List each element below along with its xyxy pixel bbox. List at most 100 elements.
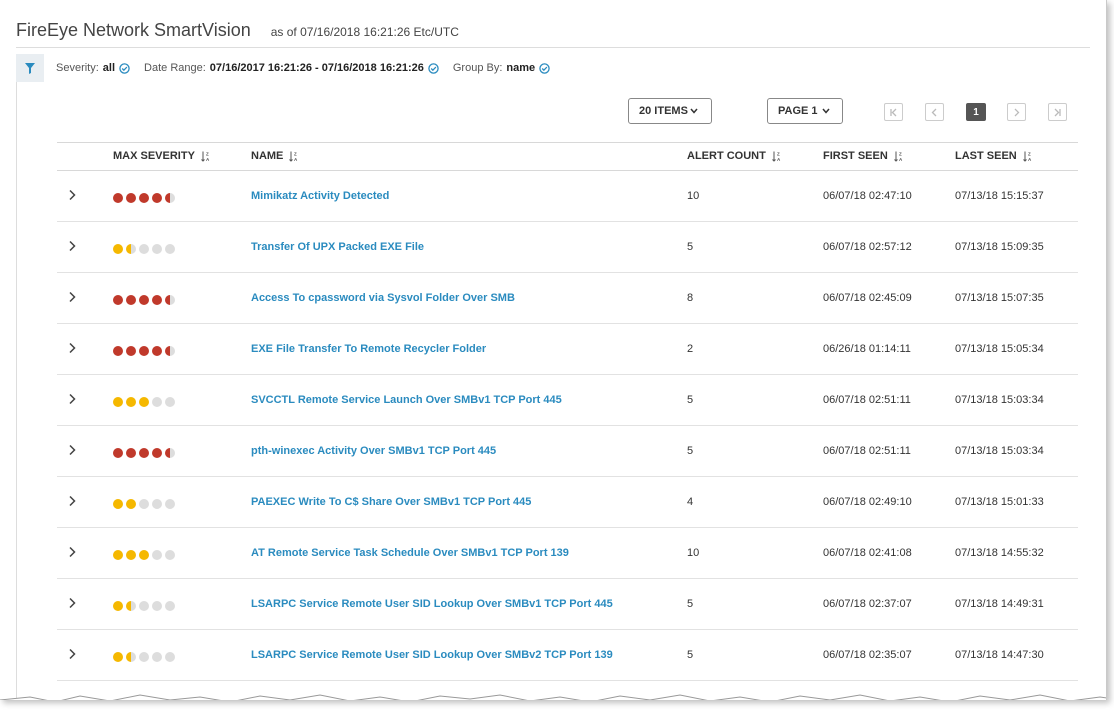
chevron-right-icon[interactable] [67, 342, 77, 354]
table-row[interactable]: AT Remote Service Task Schedule Over SMB… [57, 528, 1078, 579]
date-range-filter[interactable]: Date Range: 07/16/2017 16:21:26 - 07/16/… [144, 62, 439, 74]
chevron-right-icon[interactable] [67, 597, 77, 609]
table-row[interactable]: SVCCTL Remote Service Launch Over SMBv1 … [57, 375, 1078, 426]
severity-dot [165, 448, 175, 458]
severity-dot [126, 499, 136, 509]
header-divider [16, 47, 1090, 48]
severity-dot [152, 601, 162, 611]
page-dropdown[interactable]: PAGE 1 [767, 98, 843, 124]
chevron-right-icon[interactable] [67, 240, 77, 252]
severity-indicator [113, 448, 175, 458]
first-seen: 06/07/18 02:35:07 [823, 649, 912, 661]
severity-dot [113, 448, 123, 458]
table-row[interactable]: Access To cpassword via Sysvol Folder Ov… [57, 273, 1078, 324]
table-row[interactable]: EXE File Transfer To Remote Recycler Fol… [57, 324, 1078, 375]
column-header-last-seen[interactable]: LAST SEEN Z A [955, 150, 1033, 162]
alert-name-link[interactable]: Transfer Of UPX Packed EXE File [251, 241, 424, 253]
next-page-button[interactable] [1007, 103, 1026, 121]
severity-dot [113, 346, 123, 356]
chevron-right-icon[interactable] [67, 648, 77, 660]
severity-dot [152, 499, 162, 509]
alert-name-link[interactable]: SVCCTL Remote Service Launch Over SMBv1 … [251, 394, 562, 406]
chevron-right-icon[interactable] [67, 189, 77, 201]
sort-icon: Z A [771, 151, 781, 162]
column-header-name[interactable]: NAME Z A [251, 150, 299, 162]
table-row[interactable]: pth-winexec Activity Over SMBv1 TCP Port… [57, 426, 1078, 477]
severity-indicator [113, 550, 175, 560]
severity-dot [152, 295, 162, 305]
first-seen: 06/26/18 01:14:11 [823, 343, 911, 355]
group-by-filter[interactable]: Group By: name [453, 62, 550, 74]
alert-name-link[interactable]: pth-winexec Activity Over SMBv1 TCP Port… [251, 445, 496, 457]
chevron-down-icon [821, 108, 830, 114]
severity-dot [113, 550, 123, 560]
severity-dot [152, 550, 162, 560]
table-row[interactable]: LSARPC Service Remote User SID Lookup Ov… [57, 630, 1078, 681]
svg-text:A: A [206, 157, 210, 162]
severity-dot [126, 550, 136, 560]
filter-toggle-button[interactable] [16, 54, 44, 82]
alert-name-link[interactable]: Access To cpassword via Sysvol Folder Ov… [251, 292, 515, 304]
column-header-max-severity[interactable]: MAX SEVERITY Z A [113, 150, 211, 162]
table-row[interactable]: PAEXEC Write To C$ Share Over SMBv1 TCP … [57, 477, 1078, 528]
first-seen: 06/07/18 02:45:09 [823, 292, 912, 304]
chevron-right-icon[interactable] [67, 444, 77, 456]
items-per-page-label: 20 ITEMS [639, 105, 688, 117]
alert-name-link[interactable]: PAEXEC Write To C$ Share Over SMBv1 TCP … [251, 496, 531, 508]
severity-dot [165, 244, 175, 254]
alert-name-link[interactable]: EXE File Transfer To Remote Recycler Fol… [251, 343, 486, 355]
alert-count: 10 [687, 190, 700, 202]
svg-text:A: A [899, 157, 903, 162]
first-page-button[interactable] [884, 103, 903, 121]
table-row[interactable]: Mimikatz Activity Detected 10 06/07/18 02:… [57, 171, 1078, 222]
severity-filter[interactable]: Severity: all [56, 62, 130, 74]
last-seen: 07/13/18 15:15:37 [955, 190, 1044, 202]
severity-dot [139, 397, 149, 407]
prev-page-button[interactable] [925, 103, 944, 121]
severity-dot [139, 652, 149, 662]
last-seen: 07/13/18 14:55:32 [955, 547, 1044, 559]
severity-dot [152, 244, 162, 254]
chevron-right-icon[interactable] [67, 546, 77, 558]
severity-dot [139, 244, 149, 254]
alert-count: 10 [687, 547, 700, 559]
severity-indicator [113, 499, 175, 509]
column-header-alert-count[interactable]: ALERT COUNT Z A [687, 150, 782, 162]
severity-filter-label: Severity: [56, 62, 99, 74]
date-range-label: Date Range: [144, 62, 206, 74]
chevron-right-icon[interactable] [67, 393, 77, 405]
table-row[interactable]: LSARPC Service Remote User SID Lookup Ov… [57, 579, 1078, 630]
current-page-button[interactable]: 1 [966, 103, 986, 121]
severity-indicator [113, 397, 175, 407]
column-header-first-seen[interactable]: FIRST SEEN Z A [823, 150, 904, 162]
alert-name-link[interactable]: LSARPC Service Remote User SID Lookup Ov… [251, 649, 613, 661]
column-label: FIRST SEEN [823, 150, 888, 162]
last-seen: 07/13/18 15:09:35 [955, 241, 1044, 253]
alert-count: 5 [687, 445, 694, 457]
alert-count: 5 [687, 649, 694, 661]
last-seen: 07/13/18 14:49:31 [955, 598, 1044, 610]
table-row[interactable]: Transfer Of UPX Packed EXE File 5 06/07/18… [57, 222, 1078, 273]
alert-name-link[interactable]: AT Remote Service Task Schedule Over SMB… [251, 547, 569, 559]
date-range-value: 07/16/2017 16:21:26 - 07/16/2018 16:21:2… [209, 62, 424, 74]
chevron-right-icon[interactable] [67, 495, 77, 507]
items-per-page-dropdown[interactable]: 20 ITEMS [628, 98, 712, 124]
alert-name-link[interactable]: Mimikatz Activity Detected [251, 190, 389, 202]
svg-text:A: A [777, 157, 781, 162]
alert-count: 8 [687, 292, 694, 304]
first-seen: 06/07/18 02:51:11 [823, 394, 911, 406]
app-title: FireEye Network SmartVision [16, 20, 251, 40]
severity-dot [113, 244, 123, 254]
severity-indicator [113, 244, 175, 254]
filter-icon [25, 62, 35, 74]
last-page-button[interactable] [1048, 103, 1067, 121]
group-by-value: name [506, 62, 536, 74]
severity-dot [113, 193, 123, 203]
chevron-right-icon[interactable] [67, 291, 77, 303]
severity-dot [165, 397, 175, 407]
alert-name-link[interactable]: LSARPC Service Remote User SID Lookup Ov… [251, 598, 613, 610]
filter-bar: Severity: all Date Range: 07/16/2017 16:… [16, 54, 1090, 82]
severity-indicator [113, 295, 175, 305]
severity-dot [165, 193, 175, 203]
severity-dot [165, 499, 175, 509]
